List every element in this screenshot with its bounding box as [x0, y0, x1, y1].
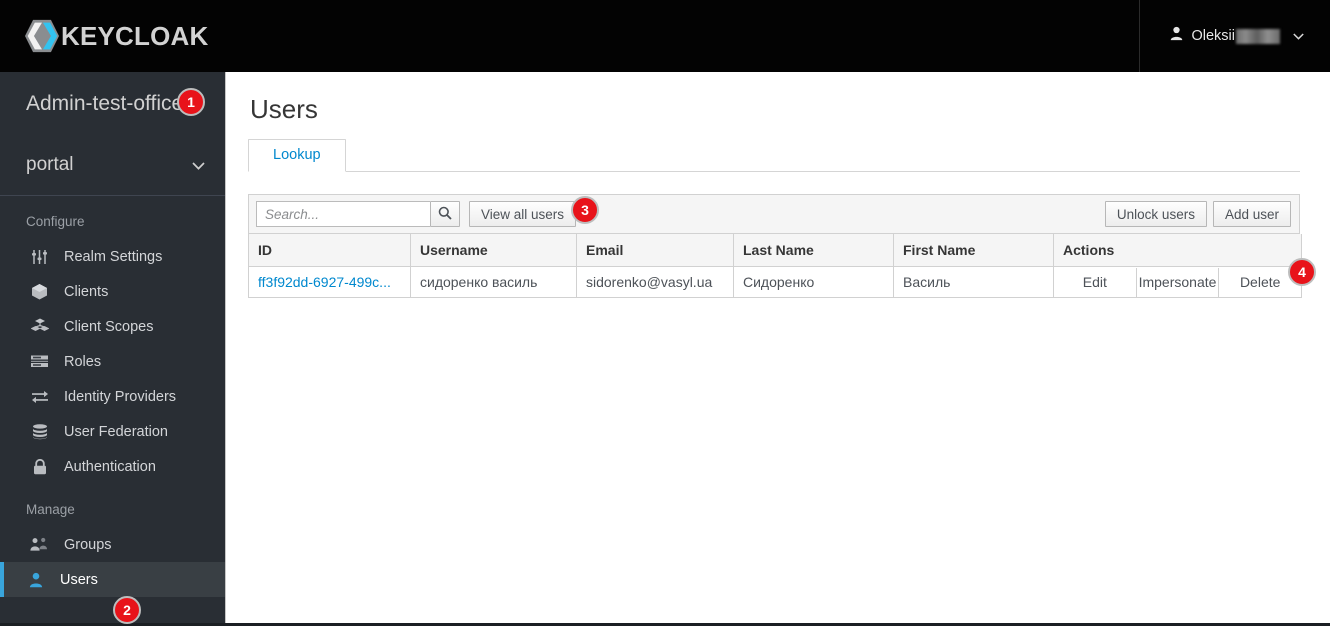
cell-last-name: Сидоренко [733, 266, 894, 298]
brand-logo-link[interactable]: KEYCLOAK [24, 19, 209, 53]
masthead: KEYCLOAK Oleksii [0, 0, 1330, 72]
column-header-actions: Actions [1053, 234, 1302, 267]
search-input[interactable] [256, 201, 430, 227]
users-group-icon [30, 536, 49, 554]
toolbar-left-group: View all users [256, 201, 577, 227]
sidebar-item-roles[interactable]: Roles [0, 344, 225, 379]
cubes-icon [30, 318, 49, 336]
step-badge-1: 1 [177, 88, 205, 116]
realm-selector-label: portal [26, 153, 74, 175]
magnifier-icon [438, 206, 452, 223]
lock-icon [30, 458, 49, 476]
view-all-users-button[interactable]: View all users [469, 201, 577, 227]
sidebar-item-label: Authentication [64, 458, 156, 475]
users-table: ID Username Email Last Name First Name A… [248, 234, 1302, 298]
tab-lookup[interactable]: Lookup [248, 139, 346, 172]
sidebar-item-clients[interactable]: Clients [0, 274, 225, 309]
sidebar-item-label: Realm Settings [64, 248, 163, 265]
keycloak-hexagon-logo-icon [24, 19, 60, 53]
step-badge-2: 2 [113, 596, 141, 624]
sidebar-item-label: Client Scopes [64, 318, 154, 335]
sidebar-item-label: User Federation [64, 423, 168, 440]
page-title: Users [250, 94, 318, 124]
tab-bar: Lookup [248, 139, 1300, 172]
brand-name: KEYCLOAK [61, 21, 209, 51]
step-badge-4: 4 [1288, 258, 1316, 286]
cell-email: sidorenko@vasyl.ua [576, 266, 734, 298]
cell-username: сидоренко василь [410, 266, 577, 298]
search-button[interactable] [430, 201, 460, 227]
sidebar-item-label: Users [60, 571, 98, 588]
database-icon [30, 423, 49, 441]
sidebar-item-label: Identity Providers [64, 388, 177, 405]
redacted-user-suffix [1236, 28, 1280, 44]
user-avatar-icon [1170, 26, 1191, 46]
cell-id: ff3f92dd-6927-499c... [248, 266, 411, 298]
step-badge-3: 3 [571, 196, 599, 224]
list-bars-icon [30, 353, 49, 371]
edit-action-button[interactable]: Edit [1054, 267, 1136, 297]
column-header-first-name: First Name [893, 234, 1054, 267]
unlock-users-button[interactable]: Unlock users [1104, 201, 1207, 227]
sidebar-item-user-federation[interactable]: User Federation [0, 414, 225, 449]
sidebar-item-users[interactable]: Users [0, 562, 225, 597]
cube-icon [30, 283, 49, 301]
sidebar-item-realm-settings[interactable]: Realm Settings [0, 239, 225, 274]
column-header-username: Username [410, 234, 577, 267]
column-header-id: ID [248, 234, 411, 267]
cell-actions: Edit Impersonate Delete [1053, 266, 1302, 298]
keycloak-admin-console: KEYCLOAK Oleksii Admin-test-officer- por… [0, 0, 1330, 626]
exchange-arrows-icon [30, 388, 49, 406]
chevron-down-icon [192, 154, 205, 176]
nav-section-configure-label: Configure [26, 214, 85, 229]
realm-selector[interactable]: portal [0, 134, 225, 196]
cell-first-name: Василь [893, 266, 1054, 298]
sidebar-item-groups[interactable]: Groups [0, 527, 225, 562]
user-icon [26, 571, 45, 589]
main-content: Users Lookup View all [226, 72, 1330, 626]
sidebar-item-authentication[interactable]: Authentication [0, 449, 225, 484]
toolbar-right-group: Unlock users Add user [1104, 201, 1291, 227]
sidebar-item-label: Clients [64, 283, 109, 300]
search-group [256, 201, 460, 227]
sidebar-item-client-scopes[interactable]: Client Scopes [0, 309, 225, 344]
user-menu[interactable]: Oleksii [1139, 0, 1330, 72]
sidebar: Admin-test-officer- portal Configure Rea… [0, 72, 226, 626]
add-user-button[interactable]: Add user [1212, 201, 1291, 227]
nav-section-manage-label: Manage [26, 502, 75, 517]
action-button-group: Edit Impersonate Delete [1054, 267, 1301, 297]
sidebar-item-label: Groups [64, 536, 112, 553]
chevron-down-icon [1280, 27, 1304, 45]
column-header-email: Email [576, 234, 734, 267]
sidebar-item-identity-providers[interactable]: Identity Providers [0, 379, 225, 414]
user-id-link[interactable]: ff3f92dd-6927-499c... [258, 274, 391, 290]
sliders-icon [30, 248, 49, 266]
table-header-row: ID Username Email Last Name First Name A… [248, 234, 1302, 267]
user-name-label: Oleksii [1191, 28, 1235, 44]
table-row: ff3f92dd-6927-499c... сидоренко василь s… [248, 266, 1302, 298]
table-toolbar: View all users Unlock users Add user [248, 194, 1300, 234]
column-header-last-name: Last Name [733, 234, 894, 267]
sidebar-item-label: Roles [64, 353, 102, 370]
impersonate-action-button[interactable]: Impersonate [1135, 267, 1219, 297]
